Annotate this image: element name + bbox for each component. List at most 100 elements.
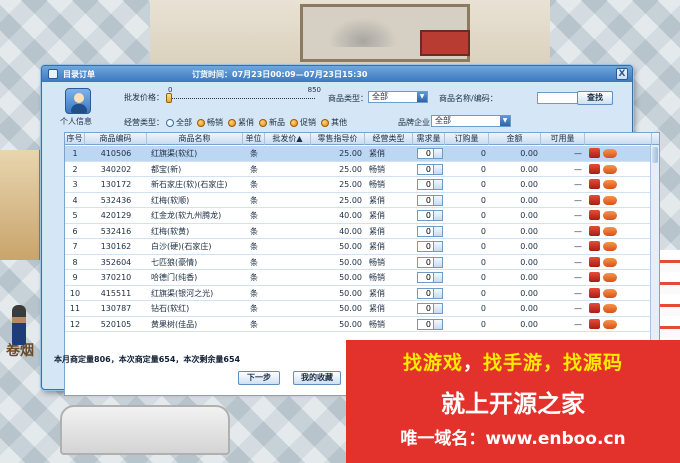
table-row[interactable]: 6 532416 红梅(软黄) 条 40.00 紧俏 0 0.00 — 0 — [65, 224, 659, 239]
stepper-arrows-icon[interactable] — [433, 304, 442, 313]
cell-amount: 0.00 — [520, 304, 538, 313]
demand-stepper[interactable]: 0 — [417, 163, 443, 175]
gift-icon[interactable] — [589, 256, 600, 267]
favorites-button[interactable]: 我的收藏 — [293, 371, 341, 385]
stepper-arrows-icon[interactable] — [433, 180, 442, 189]
stepper-arrows-icon[interactable] — [433, 257, 442, 267]
demand-stepper[interactable]: 0 — [417, 179, 443, 190]
tag-icon[interactable] — [603, 242, 617, 251]
cell-retail: 40.00 — [339, 226, 362, 236]
stepper-arrows-icon[interactable] — [433, 319, 442, 329]
stepper-arrows-icon[interactable] — [433, 242, 442, 251]
col-code[interactable]: 商品编码 — [85, 133, 147, 145]
col-type[interactable]: 经营类型 — [365, 133, 413, 145]
gift-icon[interactable] — [589, 287, 600, 298]
demand-stepper[interactable]: 0 — [417, 194, 443, 206]
tag-icon[interactable] — [603, 257, 617, 267]
demand-stepper[interactable]: 0 — [417, 303, 443, 314]
table-row[interactable]: 11 130787 钻石(软红) 条 50.00 紧俏 0 0.00 — 0 — [65, 301, 659, 317]
product-type-select[interactable]: 全部 ▼ — [368, 91, 428, 103]
tag-icon[interactable] — [603, 288, 617, 298]
brand-select[interactable]: 全部 ▼ — [431, 115, 511, 127]
col-unit[interactable]: 单位 — [243, 133, 265, 145]
demand-stepper[interactable]: 0 — [417, 210, 443, 221]
row-actions — [589, 210, 617, 220]
gift-icon[interactable] — [589, 241, 600, 251]
tag-icon[interactable] — [603, 304, 617, 313]
demand-stepper[interactable]: 0 — [417, 287, 443, 299]
stepper-arrows-icon[interactable] — [433, 211, 442, 220]
stepper-arrows-icon[interactable] — [433, 195, 442, 205]
col-name[interactable]: 商品名称 — [147, 133, 243, 145]
radio-scarce[interactable]: 紧俏 — [228, 117, 254, 128]
col-demand[interactable]: 需求量 — [413, 133, 445, 145]
close-button[interactable]: X — [616, 68, 628, 80]
table-row[interactable]: 7 130162 白沙(硬)(石家庄) 条 50.00 紧俏 0 0.00 — 0 — [65, 239, 659, 255]
stepper-arrows-icon[interactable] — [433, 288, 442, 298]
cell-unit: 条 — [250, 288, 258, 298]
stepper-arrows-icon[interactable] — [433, 226, 442, 236]
table-row[interactable]: 10 415511 红旗渠(银河之光) 条 50.00 紧俏 0 0.00 — 0 — [65, 286, 659, 301]
radio-bestseller[interactable]: 畅销 — [197, 117, 223, 128]
table-row[interactable]: 3 130172 新石家庄(软)(石家庄) 条 25.00 畅销 0 0.00 — 0 — [65, 177, 659, 193]
radio-all[interactable]: 全部 — [166, 117, 192, 128]
product-name-label: 商品名称/编码： — [439, 94, 498, 103]
slider-track[interactable] — [169, 98, 315, 100]
search-button[interactable]: 查找 — [577, 91, 613, 105]
col-wholesale[interactable]: 批发价▲ — [265, 133, 311, 145]
user-icon[interactable] — [65, 88, 91, 114]
cell-retail: 25.00 — [339, 195, 362, 205]
price-range-slider[interactable]: 0 850 — [166, 86, 321, 104]
stepper-arrows-icon[interactable] — [433, 164, 442, 174]
cell-order: 0 — [480, 257, 486, 267]
radio-new[interactable]: 新品 — [259, 117, 285, 128]
table-row[interactable]: 9 370210 哈德门(纯香) 条 50.00 畅销 0 0.00 — 0 — [65, 270, 659, 286]
tag-icon[interactable] — [603, 319, 617, 329]
gift-icon[interactable] — [589, 148, 600, 158]
table-row[interactable]: 2 340202 都宝(新) 条 25.00 畅销 0 0.00 — 0 — [65, 162, 659, 177]
dialog-titlebar[interactable]: 目录订单 订货时间：07月23日00:09—07月23日15:30 X — [42, 66, 632, 82]
gift-icon[interactable] — [589, 163, 600, 174]
scrollbar-thumb[interactable] — [652, 147, 658, 163]
gift-icon[interactable] — [589, 303, 600, 313]
demand-stepper[interactable]: 0 — [417, 148, 443, 159]
demand-stepper[interactable]: 0 — [417, 272, 443, 283]
col-amount[interactable]: 金额 — [489, 133, 541, 145]
col-no[interactable]: 序号 — [65, 133, 85, 145]
tag-icon[interactable] — [603, 149, 617, 158]
cell-no: 4 — [72, 195, 78, 205]
table-row[interactable]: 12 520105 黄果树(佳品) 条 50.00 畅销 0 0.00 — 0 — [65, 317, 659, 332]
demand-stepper[interactable]: 0 — [417, 318, 443, 330]
demand-stepper[interactable]: 0 — [417, 225, 443, 237]
slider-handle[interactable] — [166, 93, 172, 103]
gift-icon[interactable] — [589, 225, 600, 236]
col-order[interactable]: 订购量 — [445, 133, 489, 145]
col-available[interactable]: 可用量 — [541, 133, 585, 145]
gift-icon[interactable] — [589, 179, 600, 189]
demand-stepper[interactable]: 0 — [417, 256, 443, 268]
profile-label[interactable]: 个人信息 — [60, 116, 92, 127]
radio-promo[interactable]: 促销 — [290, 117, 316, 128]
gift-icon[interactable] — [589, 318, 600, 329]
cell-order: 0 — [480, 319, 486, 329]
table-row[interactable]: 1 410506 红旗渠(软红) 条 25.00 紧俏 0 0.00 — 0 — [65, 146, 659, 162]
gift-icon[interactable] — [589, 272, 600, 282]
radio-other[interactable]: 其他 — [321, 117, 347, 128]
tag-icon[interactable] — [603, 226, 617, 236]
tag-icon[interactable] — [603, 180, 617, 189]
next-step-button[interactable]: 下一步 — [238, 371, 280, 385]
table-row[interactable]: 4 532436 红梅(软顺) 条 25.00 紧俏 0 0.00 — 0 — [65, 193, 659, 208]
gift-icon[interactable] — [589, 210, 600, 220]
tag-icon[interactable] — [603, 164, 617, 174]
table-row[interactable]: 5 420129 红金龙(软九州腾龙) 条 40.00 紧俏 0 0.00 — 0 — [65, 208, 659, 224]
shopkeeper-character[interactable] — [12, 305, 26, 345]
tag-icon[interactable] — [603, 273, 617, 282]
demand-stepper[interactable]: 0 — [417, 241, 443, 252]
stepper-arrows-icon[interactable] — [433, 273, 442, 282]
table-row[interactable]: 8 352604 七匹狼(豪情) 条 50.00 畅销 0 0.00 — 0 — [65, 255, 659, 270]
gift-icon[interactable] — [589, 194, 600, 205]
tag-icon[interactable] — [603, 211, 617, 220]
stepper-arrows-icon[interactable] — [433, 149, 442, 158]
tag-icon[interactable] — [603, 195, 617, 205]
col-retail[interactable]: 零售指导价 — [311, 133, 365, 145]
